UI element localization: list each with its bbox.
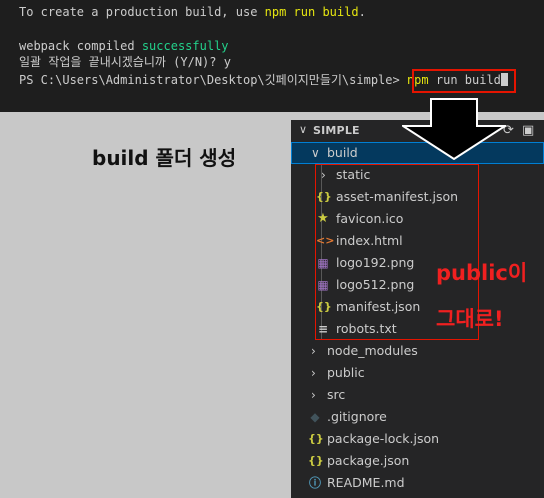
- folder-label: src: [327, 387, 346, 402]
- chevron-down-icon: ∨: [311, 146, 320, 160]
- file-label: package.json: [327, 453, 410, 468]
- json-icon: {}: [308, 454, 324, 467]
- down-arrow-icon: [402, 98, 506, 160]
- terminal-success-text: successfully: [141, 39, 229, 53]
- chevron-right-icon: ›: [311, 366, 316, 380]
- terminal-text: webpack compiled: [19, 39, 142, 53]
- build-folder-annotation: build 폴더 생성: [92, 146, 237, 170]
- folder-label: public: [327, 365, 365, 380]
- folder-label: build: [327, 145, 358, 160]
- terminal-text: .: [358, 5, 366, 19]
- terminal-panel[interactable]: To create a production build, use npm ru…: [0, 0, 544, 112]
- tree-folder-src[interactable]: › src: [291, 384, 544, 406]
- folder-label: node_modules: [327, 343, 418, 358]
- tree-folder-public[interactable]: › public: [291, 362, 544, 384]
- json-icon: {}: [308, 432, 324, 445]
- file-label: package-lock.json: [327, 431, 440, 446]
- file-label: .gitignore: [327, 409, 387, 424]
- tree-folder-node-modules[interactable]: › node_modules: [291, 340, 544, 362]
- terminal-prompt-path: PS C:\Users\Administrator\Desktop\깃페이지만들…: [19, 73, 400, 87]
- terminal-command-hint: npm run build: [264, 5, 359, 19]
- chevron-right-icon: ›: [311, 344, 316, 358]
- terminal-line-1: To create a production build, use npm ru…: [19, 4, 366, 20]
- explorer-title: SIMPLE: [313, 124, 360, 137]
- public-annotation-line2: 그대로!: [436, 307, 504, 331]
- git-icon: ◆: [310, 410, 320, 424]
- public-annotation-line1: public이: [436, 261, 528, 285]
- file-explorer[interactable]: ∨ SIMPLE ⟳ ▣ ∨ build › static {} asset-m…: [291, 120, 544, 498]
- terminal-line-2: webpack compiled successfully: [19, 38, 229, 54]
- command-highlight-box: [412, 69, 516, 93]
- tree-file-package-json[interactable]: {} package.json: [291, 450, 544, 472]
- tree-file-package-lock[interactable]: {} package-lock.json: [291, 428, 544, 450]
- tree-file-readme[interactable]: ⓘ README.md: [291, 472, 544, 494]
- chevron-down-icon: ∨: [299, 123, 308, 136]
- info-icon: ⓘ: [308, 476, 321, 490]
- file-label: README.md: [327, 475, 405, 490]
- tree-file-gitignore[interactable]: ◆ .gitignore: [291, 406, 544, 428]
- terminal-text: To create a production build, use: [19, 5, 265, 19]
- terminal-line-3: 일괄 작업을 끝내시겠습니까 (Y/N)? y: [19, 55, 231, 69]
- chevron-right-icon: ›: [311, 388, 316, 402]
- collapse-all-icon[interactable]: ▣: [522, 123, 534, 138]
